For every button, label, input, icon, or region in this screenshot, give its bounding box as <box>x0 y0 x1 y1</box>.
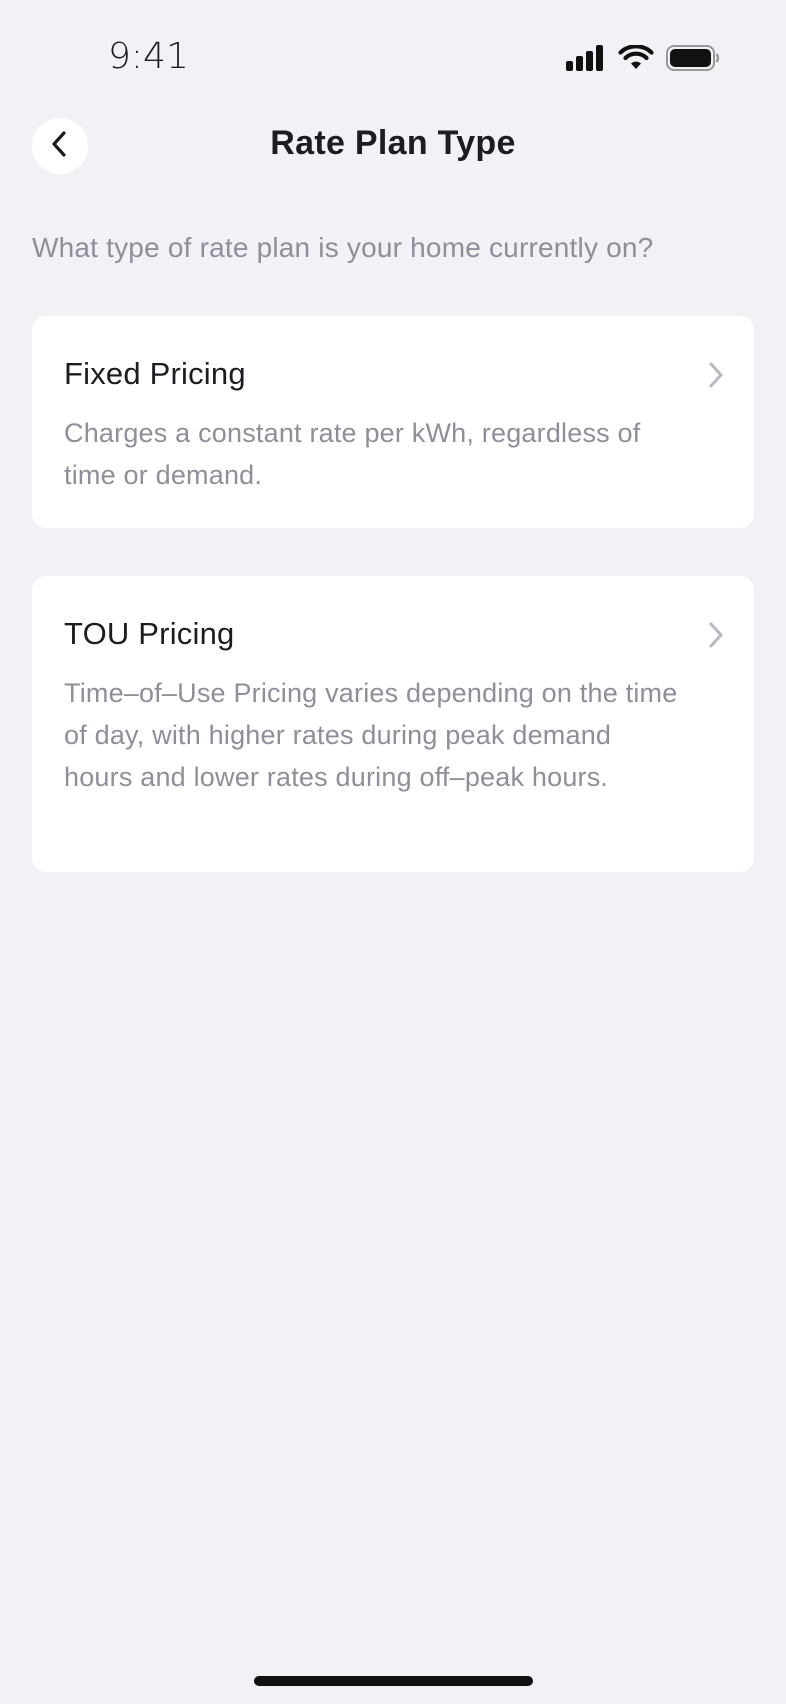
chevron-right-icon <box>706 360 726 390</box>
home-indicator <box>254 1676 533 1686</box>
header: Rate Plan Type <box>0 116 786 176</box>
page-title: Rate Plan Type <box>270 124 516 162</box>
question-text: What type of rate plan is your home curr… <box>32 232 654 263</box>
option-description: Time–of–Use Pricing varies depending on … <box>64 678 678 792</box>
status-icons <box>566 44 720 72</box>
option-tou-pricing[interactable]: TOU Pricing Time–of–Use Pricing varies d… <box>32 576 754 872</box>
chevron-right-icon <box>706 620 726 650</box>
option-description: Charges a constant rate per kWh, regardl… <box>64 418 641 490</box>
wifi-icon <box>618 45 654 71</box>
battery-icon <box>666 45 720 71</box>
signal-icon <box>566 45 606 71</box>
status-bar: 9:41 <box>0 0 786 116</box>
option-title: Fixed Pricing <box>64 356 246 391</box>
option-title: TOU Pricing <box>64 616 235 651</box>
option-fixed-pricing[interactable]: Fixed Pricing Charges a constant rate pe… <box>32 316 754 528</box>
status-time: 9:41 <box>108 36 189 77</box>
